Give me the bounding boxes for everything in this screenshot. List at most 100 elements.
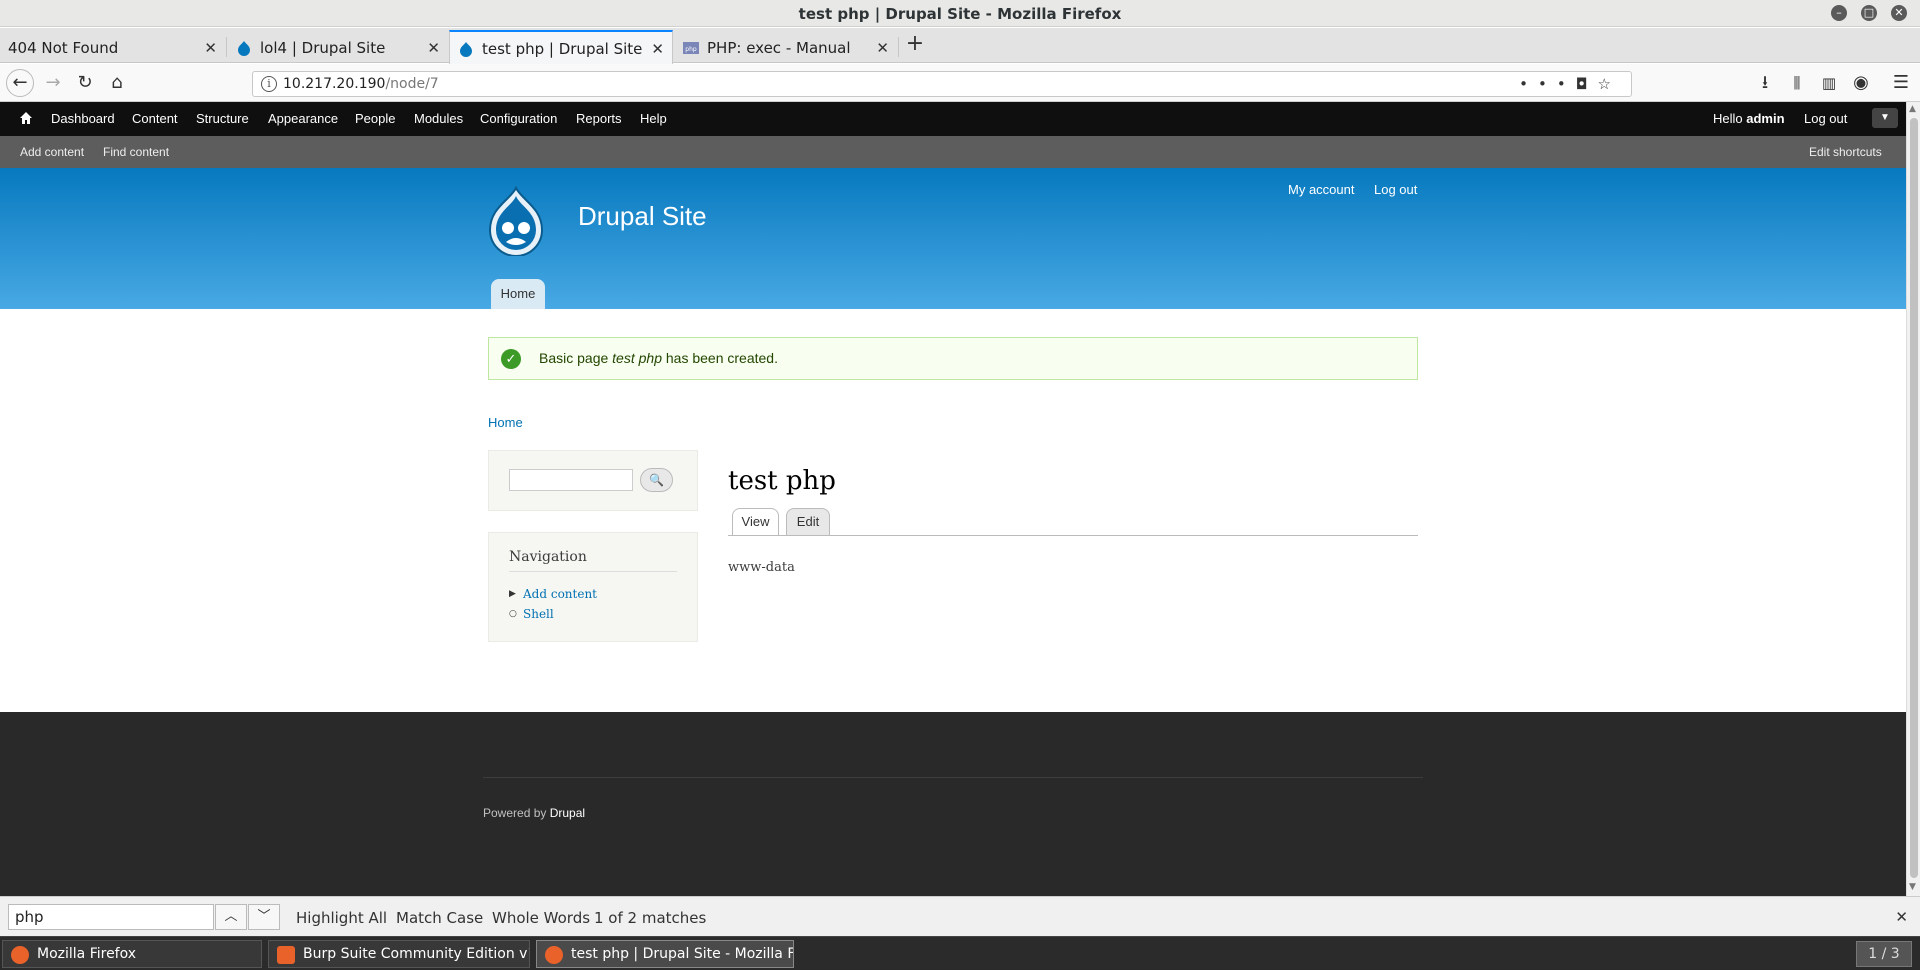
url-text[interactable]: 10.217.20.190/node/7: [283, 76, 439, 92]
node-body: www-data: [728, 560, 795, 575]
shortcut-add-content[interactable]: Add content: [20, 145, 84, 159]
account-icon[interactable]: ◉: [1848, 70, 1874, 96]
tab-php-exec[interactable]: php PHP: exec - Manual ✕: [675, 31, 897, 64]
drupal-logo-icon[interactable]: [486, 186, 546, 256]
drupal-favicon-icon: [458, 41, 474, 57]
admin-toolbar: Dashboard Content Structure Appearance P…: [0, 102, 1906, 136]
window-titlebar: test php | Drupal Site - Mozilla Firefox…: [0, 0, 1920, 27]
search-button[interactable]: 🔍: [640, 468, 673, 492]
bullet-icon: ○: [509, 609, 517, 619]
back-icon[interactable]: ←: [6, 69, 34, 97]
breadcrumb[interactable]: Home: [488, 415, 523, 430]
page-scrollbar[interactable]: ▲ ▼: [1906, 102, 1920, 896]
close-tab-icon[interactable]: ✕: [204, 39, 217, 57]
toolbar-appearance[interactable]: Appearance: [268, 111, 338, 126]
toolbar-greeting: Hello admin: [1713, 111, 1785, 126]
minimize-icon[interactable]: –: [1831, 5, 1847, 21]
navigation-toolbar: ← → ↻ ⌂ i 10.217.20.190/node/7 •••◘☆ ⭳ ⫼…: [0, 64, 1920, 102]
tab-lol4[interactable]: lol4 | Drupal Site ✕: [228, 31, 448, 64]
match-case-toggle[interactable]: Match Case: [396, 909, 483, 927]
status-message: ✓ Basic page test php has been created.: [488, 337, 1418, 380]
scrollbar-thumb[interactable]: [1910, 118, 1918, 878]
tab-label: PHP: exec - Manual: [707, 38, 851, 57]
scroll-up-icon[interactable]: ▲: [1909, 104, 1916, 114]
page-title: test php: [728, 466, 836, 496]
nav-item-add-content[interactable]: Add content: [523, 587, 597, 601]
edit-shortcuts-link[interactable]: Edit shortcuts: [1809, 145, 1882, 159]
sidebar-icon[interactable]: ▥: [1816, 70, 1842, 96]
bookmark-star-icon[interactable]: ☆: [1598, 75, 1621, 93]
firefox-icon: [11, 946, 29, 964]
toolbar-logout[interactable]: Log out: [1804, 111, 1847, 126]
header-logout-link[interactable]: Log out: [1374, 182, 1417, 197]
downloads-icon[interactable]: ⭳: [1752, 70, 1778, 96]
taskbar-item-burp[interactable]: Burp Suite Community Edition v1....: [268, 940, 530, 968]
search-block: 🔍: [488, 450, 698, 511]
site-footer: Powered by Drupal: [0, 712, 1906, 896]
home-icon[interactable]: ⌂: [104, 70, 130, 96]
close-find-bar-icon[interactable]: ✕: [1895, 908, 1908, 926]
site-header: Drupal Site My account Log out Home: [0, 168, 1906, 309]
php-favicon-icon: php: [683, 40, 699, 56]
expand-arrow-icon: ▶: [509, 589, 516, 599]
main-menu-home-tab[interactable]: Home: [491, 279, 545, 309]
tab-view[interactable]: View: [732, 508, 779, 536]
firefox-icon: [545, 946, 563, 964]
close-tab-icon[interactable]: ✕: [427, 39, 440, 57]
close-tab-icon[interactable]: ✕: [876, 39, 889, 57]
toolbar-people[interactable]: People: [355, 111, 395, 126]
drupal-link[interactable]: Drupal: [550, 806, 585, 820]
scroll-down-icon[interactable]: ▼: [1909, 882, 1916, 892]
more-actions-icon[interactable]: •••: [1519, 75, 1576, 93]
maximize-icon[interactable]: □: [1861, 5, 1877, 21]
toolbar-dashboard[interactable]: Dashboard: [51, 111, 115, 126]
forward-icon[interactable]: →: [40, 70, 66, 96]
find-next-icon[interactable]: ﹀: [248, 904, 280, 930]
powered-by: Powered by Drupal: [483, 806, 586, 820]
find-input[interactable]: php: [8, 904, 214, 930]
window-title: test php | Drupal Site - Mozilla Firefox: [798, 5, 1122, 23]
taskbar-item-drupal[interactable]: test php | Drupal Site - Mozilla Fir...: [536, 940, 794, 968]
info-icon[interactable]: i: [261, 76, 277, 92]
workspace-pager[interactable]: 1 / 3: [1856, 941, 1912, 967]
toolbar-structure[interactable]: Structure: [196, 111, 249, 126]
nav-item-shell[interactable]: Shell: [523, 607, 554, 621]
pocket-icon[interactable]: ◘: [1576, 75, 1598, 93]
tab-edit[interactable]: Edit: [786, 508, 830, 536]
new-tab-icon[interactable]: +: [902, 31, 928, 57]
close-window-icon[interactable]: ✕: [1891, 5, 1907, 21]
tab-404[interactable]: 404 Not Found ✕: [0, 31, 225, 64]
navigation-heading: Navigation: [509, 549, 587, 565]
my-account-link[interactable]: My account: [1288, 182, 1354, 197]
library-icon[interactable]: ⫼: [1784, 70, 1810, 96]
taskbar-item-firefox[interactable]: Mozilla Firefox: [2, 940, 262, 968]
whole-words-toggle[interactable]: Whole Words: [492, 909, 590, 927]
find-previous-icon[interactable]: ︿: [215, 904, 247, 930]
svg-text:php: php: [685, 46, 697, 53]
url-bar[interactable]: i 10.217.20.190/node/7 •••◘☆: [252, 71, 1632, 97]
tab-test-php[interactable]: test php | Drupal Site ✕: [449, 30, 673, 65]
reload-icon[interactable]: ↻: [72, 70, 98, 96]
site-name[interactable]: Drupal Site: [578, 201, 707, 232]
close-tab-icon[interactable]: ✕: [651, 40, 664, 58]
toolbar-reports[interactable]: Reports: [576, 111, 622, 126]
tab-label: test php | Drupal Site: [482, 39, 643, 58]
search-input[interactable]: [509, 469, 633, 491]
toolbar-help[interactable]: Help: [640, 111, 667, 126]
toolbar-content[interactable]: Content: [132, 111, 178, 126]
drupal-favicon-icon: [236, 40, 252, 56]
menu-icon[interactable]: ☰: [1888, 70, 1914, 96]
shortcut-find-content[interactable]: Find content: [103, 145, 169, 159]
toolbar-username[interactable]: admin: [1746, 111, 1784, 126]
tab-strip: 404 Not Found ✕ lol4 | Drupal Site ✕ tes…: [0, 28, 1920, 65]
tab-label: lol4 | Drupal Site: [260, 38, 386, 57]
toolbar-configuration[interactable]: Configuration: [480, 111, 557, 126]
shortcuts-toggle-icon[interactable]: ▼: [1872, 108, 1898, 128]
checkmark-icon: ✓: [501, 349, 521, 369]
highlight-all-toggle[interactable]: Highlight All: [296, 909, 387, 927]
shortcuts-bar: Add content Find content Edit shortcuts: [0, 136, 1906, 168]
toolbar-modules[interactable]: Modules: [414, 111, 463, 126]
taskbar: Mozilla Firefox Burp Suite Community Edi…: [0, 936, 1920, 970]
find-status: 1 of 2 matches: [594, 909, 707, 927]
toolbar-home-icon[interactable]: [19, 111, 33, 125]
